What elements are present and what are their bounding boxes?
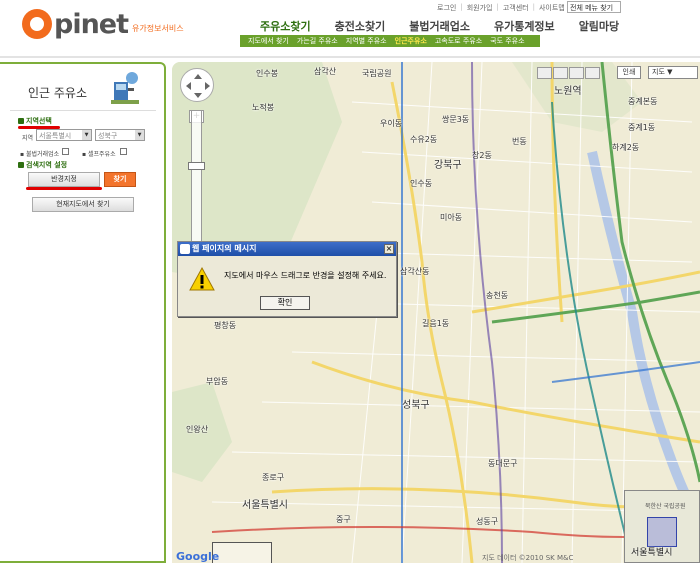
subnav-region[interactable]: 지역별 주유소 [346,36,387,46]
ie-icon [180,244,190,254]
map-label: 수유2동 [410,135,438,144]
map-label: 하계2동 [612,143,640,152]
map-type-hybrid[interactable] [569,67,584,79]
self-station-label: ▪ 셀프주유소 [82,151,116,158]
current-map-search-button[interactable]: 현재지도에서 찾기 [32,197,134,212]
map-pan-control[interactable] [180,68,214,102]
subnav-nearby[interactable]: 인근주유소 [395,36,427,46]
map-label: 삼각산동 [400,267,430,276]
warning-icon [189,266,215,291]
map-label: 강북구 [434,160,462,171]
signup-link[interactable]: 회원가입 [467,3,493,13]
map-label: 번동 [512,137,527,146]
map-copyright: 지도 데이터 ©2010 SK M&C [482,554,574,562]
nav-illegal-dealer[interactable]: 불법거래업소 [397,18,482,36]
google-logo: Google [176,550,220,563]
region-section-label: 지역선택 [18,116,52,126]
sidebar-title: 인근 주유소 [28,86,88,100]
map-label: 성동구 [476,517,499,526]
zoom-slider-handle[interactable] [188,162,205,170]
nav-charging-station[interactable]: 충전소찾기 [323,18,398,36]
subnav-route[interactable]: 가는길 주유소 [297,36,338,46]
red-underline-mark [26,187,102,190]
alert-dialog: 웹 페이지의 메시지 × 지도에서 마우스 드래그로 반경을 설정해 주세요. … [177,241,397,317]
opinet-logo[interactable]: pinet 유가정보서비스 [22,6,184,42]
map-type-satellite[interactable] [553,67,568,79]
logo-text: pinet [54,8,129,40]
region-label: 지역 [22,135,34,142]
map-label: 인왕산 [186,425,209,434]
ok-button[interactable]: 확인 [260,296,310,310]
map-label: 노적봉 [252,103,275,112]
utility-links: 로그인 | 회원가입 | 고객센터 | 사이트맵 [437,3,565,13]
map-label: 중계본동 [628,97,658,106]
dialog-title: 웹 페이지의 메시지 [192,244,257,253]
map-label: 송천동 [486,291,509,300]
map-label: 삼각산 [314,67,337,76]
map-label: 중계1동 [628,123,656,132]
map-label: 길음1동 [422,319,450,328]
map-label: 성북구 [402,400,430,411]
scale-bar [212,542,272,563]
logo-subtitle: 유가정보서비스 [132,23,184,33]
map-label: 미아동 [440,213,463,222]
map-type-terrain[interactable] [585,67,600,79]
sidebar: 인근 주유소 지역선택 지역 서울특별시 ▼ 성북구 ▼ ▪ 불법거래업소 ▪ 셀프… [0,62,166,563]
sitemap-link[interactable]: 사이트맵 [539,3,565,13]
nav-price-stats[interactable]: 유가통계정보 [482,18,567,36]
map-label: 중구 [336,515,351,524]
bullet-icon [18,162,24,168]
subnav-highway[interactable]: 고속도로 주유소 [435,36,482,46]
gas-station-icon [111,72,139,104]
print-button[interactable]: 인쇄 [617,66,641,79]
sidebar-divider [10,110,156,111]
bullet-icon [18,118,24,124]
map-type-select[interactable]: 지도 ▼ [648,66,698,79]
overview-viewport[interactable] [647,517,677,547]
overview-map[interactable]: 북한산 국립공원 서울특별시 [624,490,700,563]
illegal-dealer-checkbox[interactable] [62,148,69,155]
map-label: 서울특별시 [242,500,288,511]
map-label: 쌍문3동 [442,115,470,124]
dialog-message: 지도에서 마우스 드래그로 반경을 설정해 주세요. [224,271,387,280]
logo-o-icon [22,9,52,39]
support-link[interactable]: 고객센터 [503,3,529,13]
self-station-checkbox[interactable] [120,148,127,155]
map-label: 인수봉 [256,69,279,78]
chevron-down-icon: ▼ [82,130,91,140]
pan-arrows-icon [186,74,210,98]
header: pinet 유가정보서비스 로그인 | 회원가입 | 고객센터 | 사이트맵 전체 메… [0,0,700,60]
all-menu-select[interactable]: 전체 메뉴 찾기 [567,1,621,13]
district-select[interactable]: 성북구 ▼ [95,129,145,141]
map-label: 창2동 [472,151,492,160]
search-section-label: 검색지역 설정 [18,160,67,170]
close-icon[interactable]: × [384,244,394,254]
map-label: 평창동 [214,321,237,330]
overview-city-label: 서울특별시 [631,548,673,558]
map-label: 부암동 [206,377,229,386]
map-type-buttons [537,67,600,79]
nav-notice[interactable]: 알림마당 [567,18,631,36]
illegal-dealer-label: ▪ 불법거래업소 [20,151,60,158]
map-label: 인수동 [410,179,433,188]
main-nav: 주유소찾기 충전소찾기 불법거래업소 유가통계정보 알림마당 [248,18,631,36]
map-label: 우이동 [380,119,403,128]
map-label: 노원역 [554,86,582,97]
chevron-down-icon: ▼ [135,130,144,140]
map-label: 종로구 [262,473,285,482]
nav-gas-station[interactable]: 주유소찾기 [248,18,323,36]
header-divider [0,56,700,58]
city-select[interactable]: 서울특별시 ▼ [36,129,92,141]
map-label: 국립공원 [362,69,392,78]
dialog-titlebar[interactable]: 웹 페이지의 메시지 × [178,242,396,256]
map-label: 동대문구 [488,459,518,468]
map-type-normal[interactable] [537,67,552,79]
subnav-map-search[interactable]: 지도에서 찾기 [248,36,289,46]
login-link[interactable]: 로그인 [437,3,456,13]
radius-button[interactable]: 반경지정 [28,172,100,187]
overview-park-label: 북한산 국립공원 [645,503,686,510]
subnav-national-road[interactable]: 국도 주유소 [490,36,524,46]
sub-nav: 지도에서 찾기 가는길 주유소 지역별 주유소 인근주유소 고속도로 주유소 국… [240,35,540,47]
search-button[interactable]: 찾기 [104,172,136,187]
